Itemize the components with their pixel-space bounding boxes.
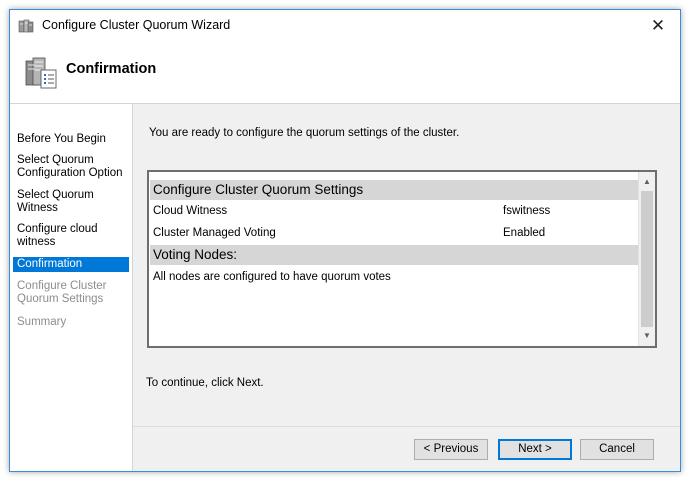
close-button[interactable]: ✕ [636, 10, 680, 41]
voting-nodes-text: All nodes are configured to have quorum … [153, 271, 391, 283]
page-title: Confirmation [66, 61, 157, 77]
nav-step-confirmation[interactable]: Confirmation [13, 257, 129, 272]
nav-step-select-quorum-configuration-option[interactable]: Select Quorum Configuration Option [13, 153, 129, 181]
nav-step-select-quorum-witness[interactable]: Select Quorum Witness [13, 188, 129, 216]
title-bar: Configure Cluster Quorum Wizard ✕ [10, 10, 680, 41]
confirmation-report[interactable]: Configure Cluster Quorum Settings Cloud … [147, 170, 657, 348]
cancel-button[interactable]: Cancel [580, 439, 654, 460]
voting-nodes-heading: Voting Nodes: [150, 245, 638, 265]
cloud-witness-value: fswitness [503, 205, 551, 217]
window-title: Configure Cluster Quorum Wizard [42, 18, 231, 32]
nav-step-summary: Summary [17, 316, 67, 328]
intro-text: You are ready to configure the quorum se… [149, 127, 460, 139]
nav-step-configure-cluster-quorum-settings: Configure Cluster Quorum Settings [17, 280, 107, 305]
cloud-witness-label: Cloud Witness [153, 205, 228, 217]
managed-voting-label: Cluster Managed Voting [153, 227, 276, 239]
continue-instruction: To continue, click Next. [146, 377, 264, 389]
settings-section-heading: Configure Cluster Quorum Settings [150, 180, 638, 200]
report-body: Configure Cluster Quorum Settings Cloud … [149, 172, 639, 346]
scroll-thumb[interactable] [641, 191, 653, 327]
main-content: You are ready to configure the quorum se… [133, 104, 680, 471]
cluster-server-icon [25, 57, 57, 89]
wizard-header: Confirmation [10, 41, 680, 104]
nav-step-configure-cloud-witness[interactable]: Configure cloud witness [13, 222, 129, 250]
report-scrollbar[interactable]: ▲ ▼ [638, 172, 655, 346]
wizard-steps-nav: Before You Begin Select Quorum Configura… [10, 104, 133, 471]
previous-button[interactable]: < Previous [414, 439, 488, 460]
next-button[interactable]: Next > [498, 439, 572, 460]
wizard-footer: < Previous Next > Cancel [133, 426, 680, 471]
scroll-up-arrow-icon[interactable]: ▲ [639, 174, 655, 190]
nav-step-before-you-begin[interactable]: Before You Begin [13, 132, 129, 147]
wizard-window: Configure Cluster Quorum Wizard ✕ Confir… [9, 9, 681, 472]
managed-voting-value: Enabled [503, 227, 546, 239]
cluster-app-icon [18, 19, 34, 33]
close-icon[interactable]: ✕ [651, 16, 665, 35]
scroll-down-arrow-icon[interactable]: ▼ [639, 328, 655, 344]
